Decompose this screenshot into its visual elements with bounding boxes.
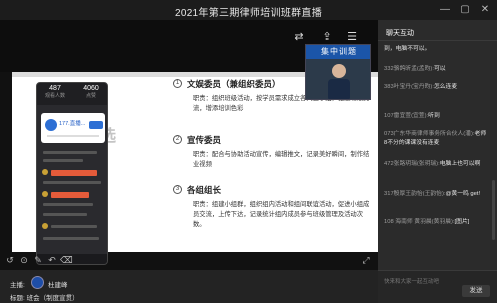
eraser-icon[interactable]: ⌫ [60, 254, 73, 266]
minimize-icon[interactable]: — [438, 3, 452, 17]
live-video-area[interactable]: ⇄ ⇪ ☰ 选 1 文娱委员（兼组织委员） 职责：组织班级活动，按学员需求成立各… [0, 20, 378, 270]
user-dot-icon [42, 169, 48, 175]
phone-stats: 487 观看人数 4060 点赞 [37, 83, 107, 105]
app-window: 2021年第三期律师培训班群直播 — ▢ ✕ ⇄ ⇪ ☰ 选 1 文娱委员（兼组… [0, 0, 497, 303]
close-icon[interactable]: ✕ [478, 3, 492, 17]
host-name: 杜建峰 [48, 282, 68, 289]
chat-user: 107雷宜萱(宜萱): [384, 113, 429, 119]
chat-text: 电脑上也可以啊 [439, 161, 481, 167]
pen-icon[interactable]: ✎ [32, 254, 44, 266]
chat-user: 332骆鸽昕孟(孟昀): [384, 66, 434, 72]
section-title: 各组组长 [187, 185, 222, 195]
phone-screen-overlay: 487 观看人数 4060 点赞 177.直播... [36, 82, 108, 265]
chat-message: 073广东华商律师事务所合伙人(潘):老师8不分的课课没有连麦 [384, 130, 488, 148]
switch-layout-icon[interactable]: ⇄ [290, 30, 308, 44]
host-label: 主播: [10, 282, 25, 289]
chat-user: 317殷厚王韵怡(王韵怡): [384, 191, 446, 197]
user-dot-icon [42, 223, 48, 229]
stat-viewers-value: 487 [49, 85, 61, 92]
stat-likes: 4060 点赞 [73, 85, 107, 99]
profile-name: 177.直播... [59, 121, 86, 127]
chat-message: 107雷宜萱(宜萱):听到 [384, 112, 488, 121]
stat-viewers: 487 观看人数 [37, 85, 73, 99]
pointer-icon[interactable]: ⊙ [18, 254, 30, 266]
stat-likes-label: 点赞 [85, 93, 96, 99]
chat-message: 383叶宝丹(宝丹昀):怎么连麦 [384, 83, 488, 92]
chat-input[interactable]: 快来和大家一起互动吧 [384, 277, 494, 285]
chat-scrollbar[interactable] [492, 180, 495, 240]
chat-text: 听到 [428, 113, 440, 119]
chat-line [43, 203, 93, 206]
chat-text: 怎么连麦 [433, 84, 458, 90]
undo-icon[interactable]: ↶ [46, 254, 58, 266]
phone-profile-card: 177.直播... [41, 113, 105, 143]
chat-text: [图片] [454, 219, 470, 225]
chat-line [51, 225, 97, 228]
share-icon[interactable]: ⇪ [318, 30, 336, 44]
camera-pip[interactable]: 集中训题 [305, 44, 371, 100]
settings-icon[interactable]: ☰ [343, 30, 361, 44]
chat-user: 472张路玥瑞(张玥瑞): [384, 161, 440, 167]
title-bar: 2021年第三期律师培训班群直播 — ▢ ✕ [0, 0, 497, 20]
chat-line [43, 237, 99, 240]
gift-tag [51, 170, 97, 176]
gift-tag [51, 192, 89, 198]
chat-line [43, 181, 101, 184]
chat-message: 317殷厚王韵怡(王韵怡):@黄一鸣 get! [384, 190, 488, 199]
chat-message: 到，电脑不可以。 [384, 45, 488, 54]
fullscreen-icon[interactable]: ⤢ [360, 254, 372, 266]
chat-message: 332骆鸽昕孟(孟昀):可以 [384, 65, 488, 74]
section-body: 职责：组建小组群，组织组内活动和组间联谊活动，促进小组成员交流，上传下达，记录统… [193, 201, 370, 228]
presenter-figure-icon [328, 64, 350, 99]
section-number: 2 [173, 135, 182, 144]
chat-header: 聊天互动 [386, 30, 414, 37]
chat-text: 可以 [433, 66, 446, 72]
stat-viewers-label: 观看人数 [44, 93, 65, 99]
slide-section-2: 2 宣传委员 职责：配合与协助活动宣传，编辑推文，记录美好瞬间，制作结业视频 [173, 134, 375, 170]
pip-banner: 集中训题 [306, 45, 370, 59]
chat-input-area: 快来和大家一起互动吧 发送 [378, 270, 497, 303]
chat-message: 472张路玥瑞(张玥瑞):电脑上也可以啊 [384, 160, 488, 169]
chat-user: 383叶宝丹(宝丹昀): [384, 84, 434, 90]
slide-section-3: 3 各组组长 职责：组建小组群，组织组内活动和组间联谊活动，促进小组成员交流，上… [173, 184, 375, 230]
window-title: 2021年第三期律师培训班群直播 [174, 8, 323, 19]
user-dot-icon [42, 191, 48, 197]
section-title: 宣传委员 [187, 135, 222, 145]
subject-label: 标题: [10, 295, 25, 302]
chat-line [43, 151, 97, 154]
subject-row: 标题: 班会（制度宣贯） [10, 292, 79, 302]
maximize-icon[interactable]: ▢ [458, 3, 472, 17]
divider [47, 135, 99, 137]
chat-header-divider [378, 40, 497, 41]
chat-panel: 聊天互动 到，电脑不可以。 332骆鸽昕孟(孟昀):可以 383叶宝丹(宝丹昀)… [378, 20, 497, 303]
back-icon[interactable]: ↺ [4, 254, 16, 266]
chat-message: 108 海南师 黄羽晨(黄羽晨):[图片] [384, 218, 488, 227]
subject-text: 班会（制度宣贯） [26, 295, 79, 302]
host-avatar[interactable] [31, 276, 44, 289]
stat-likes-value: 4060 [83, 85, 99, 92]
live-info-footer: 主播: 杜建峰 标题: 班会（制度宣贯） [0, 270, 378, 303]
annotation-toolbar: ↺ ⊙ ✎ ↶ ⌫ ⤢ [0, 253, 378, 267]
chat-text: @黄一鸣 get! [445, 191, 481, 197]
follow-button [89, 121, 103, 129]
send-button[interactable]: 发送 [462, 285, 490, 297]
chat-line [43, 159, 83, 162]
section-body: 职责：配合与协助活动宣传，编辑推文，记录美好瞬间，制作结业视频 [193, 151, 370, 168]
chat-text: 到，电脑不可以。 [384, 46, 431, 52]
section-number: 1 [173, 79, 182, 88]
section-number: 3 [173, 185, 182, 194]
avatar [45, 119, 57, 131]
chat-user: 073广东华商律师事务所合伙人(潘): [384, 131, 475, 137]
chat-user: 108 海南师 黄羽晨(黄羽晨): [384, 219, 455, 225]
chat-line [43, 213, 87, 216]
